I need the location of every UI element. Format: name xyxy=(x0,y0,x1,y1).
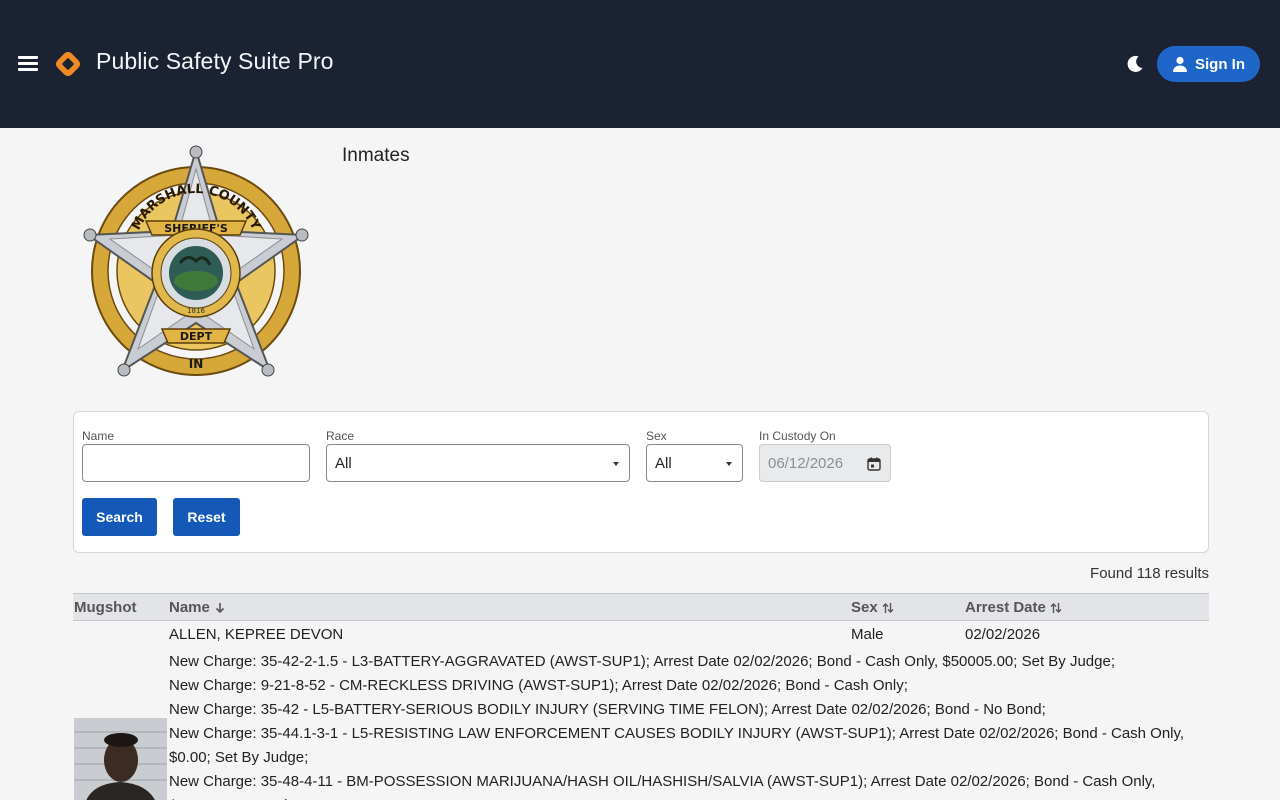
chevron-down-icon xyxy=(613,462,619,466)
name-label: Name xyxy=(82,429,115,443)
badge-state: IN xyxy=(189,357,204,371)
race-select[interactable]: All xyxy=(326,444,630,482)
sort-toggle-icon[interactable] xyxy=(1050,601,1062,615)
chevron-down-icon xyxy=(726,462,732,466)
race-select-value: All xyxy=(335,454,352,472)
calendar-icon[interactable] xyxy=(867,457,881,471)
column-header-name[interactable]: Name xyxy=(169,599,226,616)
column-header-arrest-date[interactable]: Arrest Date xyxy=(965,599,1062,616)
charges-list: New Charge: 35-42-2-1.5 - L3-BATTERY-AGG… xyxy=(169,650,1199,800)
page-title: Inmates xyxy=(342,145,410,166)
charge-item: New Charge: 35-42 - L5-BATTERY-SERIOUS B… xyxy=(169,701,1046,718)
user-icon xyxy=(1173,56,1187,72)
top-nav-bar: Public Safety Suite Pro Sign In xyxy=(0,0,1280,128)
sort-descending-icon[interactable] xyxy=(214,601,226,615)
moon-icon[interactable] xyxy=(1125,54,1145,74)
sort-toggle-icon[interactable] xyxy=(882,601,894,615)
badge-dept-text: DEPT xyxy=(180,330,213,343)
results-count: Found 118 results xyxy=(1090,565,1209,582)
sex-select[interactable]: All xyxy=(646,444,743,482)
custody-date-input[interactable]: 06/12/2026 xyxy=(759,444,891,482)
charge-item: New Charge: 35-48-4-11 - BM-POSSESSION M… xyxy=(169,773,1156,800)
suite-logo-icon xyxy=(55,51,81,77)
badge-year: 1816 xyxy=(187,307,205,315)
column-header-sex[interactable]: Sex xyxy=(851,599,894,616)
results-table-header: Mugshot Name Sex Arrest Date xyxy=(73,593,1209,621)
sign-in-label: Sign In xyxy=(1195,55,1245,73)
custody-label: In Custody On xyxy=(759,429,836,443)
custody-date-value: 06/12/2026 xyxy=(768,454,844,472)
inmate-sex: Male xyxy=(851,626,884,643)
sex-select-value: All xyxy=(655,454,672,472)
sign-in-button[interactable]: Sign In xyxy=(1157,46,1260,82)
search-button[interactable]: Search xyxy=(82,498,157,536)
inmate-arrest-date: 02/02/2026 xyxy=(965,626,1041,643)
column-header-mugshot: Mugshot xyxy=(74,599,137,616)
name-input[interactable] xyxy=(82,444,310,482)
reset-button[interactable]: Reset xyxy=(173,498,240,536)
charge-item: New Charge: 9-21-8-52 - CM-RECKLESS DRIV… xyxy=(169,677,908,694)
charge-item: New Charge: 35-44.1-3-1 - L5-RESISTING L… xyxy=(169,725,1185,766)
sheriff-badge-logo: MARSHALL COUNTY SHERIFF'S 1816 DEPT IN xyxy=(83,145,309,377)
app-title[interactable]: Public Safety Suite Pro xyxy=(96,48,334,75)
sex-label: Sex xyxy=(646,429,667,443)
filter-panel: Name Race All Sex All In Custody On 06/1… xyxy=(73,411,1209,553)
race-label: Race xyxy=(326,429,355,443)
charge-item: New Charge: 35-42-2-1.5 - L3-BATTERY-AGG… xyxy=(169,653,1115,670)
mugshot-image[interactable] xyxy=(74,718,167,800)
hamburger-menu-icon[interactable] xyxy=(18,54,38,72)
inmate-name[interactable]: ALLEN, KEPREE DEVON xyxy=(169,626,343,643)
